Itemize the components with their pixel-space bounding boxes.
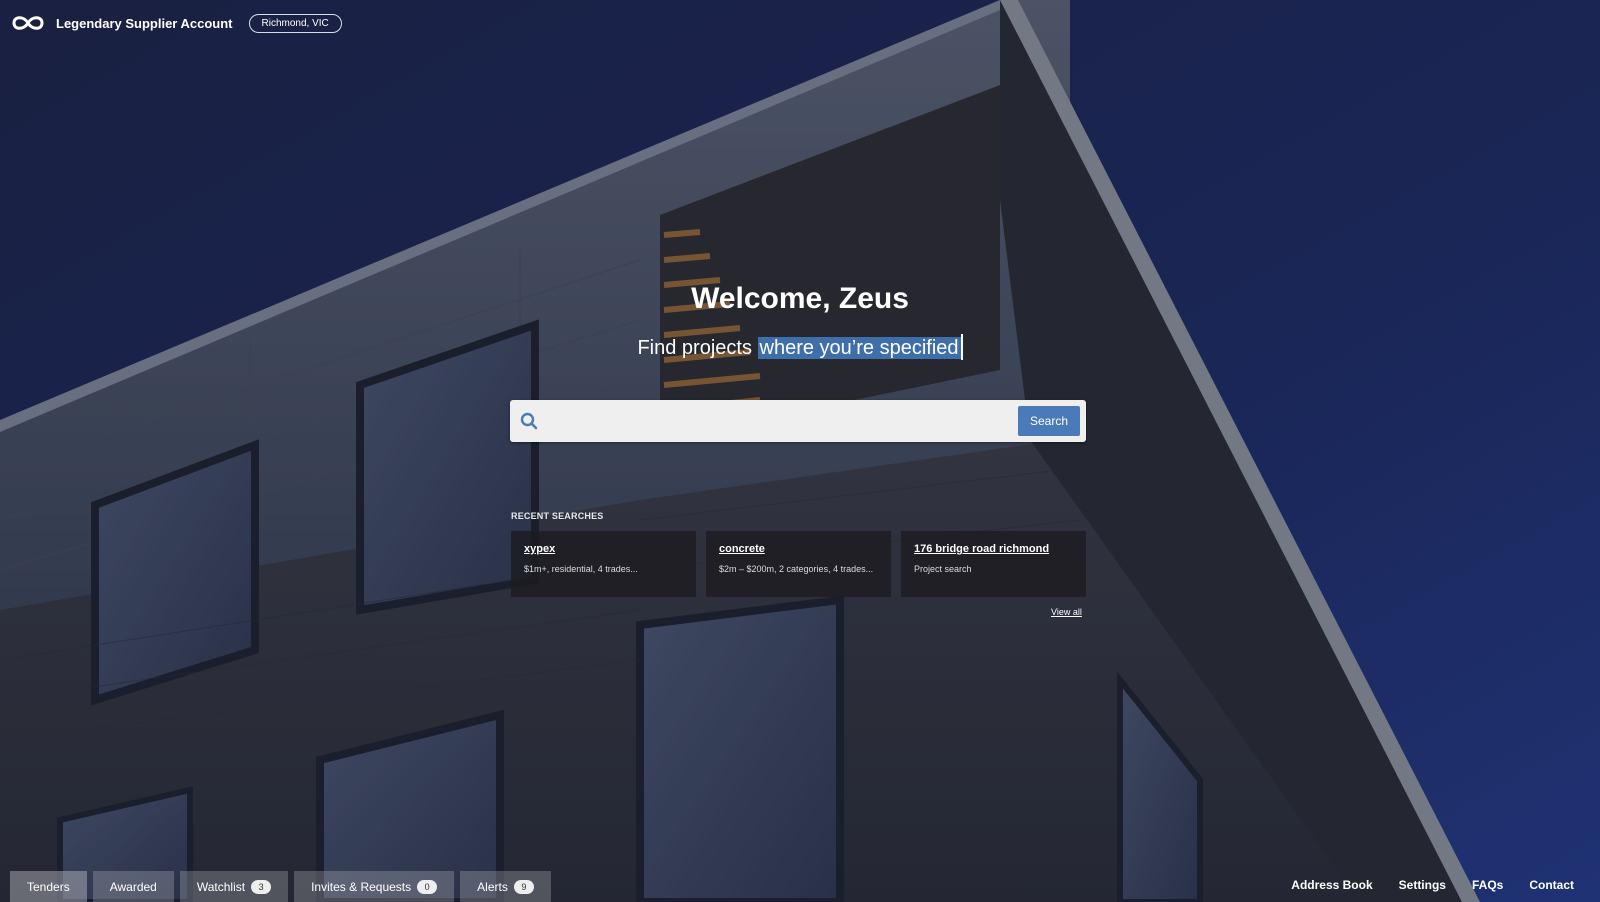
tab-label: Invites & Requests [311, 879, 412, 894]
recent-search-card[interactable]: concrete $2m – $200m, 2 categories, 4 tr… [706, 531, 891, 597]
search-input[interactable] [550, 406, 1014, 438]
recent-search-title[interactable]: concrete [719, 543, 878, 555]
tab-awarded[interactable]: Awarded [92, 871, 174, 902]
faqs-link[interactable]: FAQs [1472, 878, 1503, 892]
tab-alerts[interactable]: Alerts 9 [460, 871, 551, 902]
view-all-link[interactable]: View all [1051, 607, 1082, 617]
tab-label: Tenders [27, 879, 70, 894]
search-icon [520, 412, 538, 435]
count-badge: 9 [513, 879, 534, 894]
app-window: Legendary Supplier Account Richmond, VIC… [0, 0, 1600, 902]
recent-search-desc: $2m – $200m, 2 categories, 4 trades... [719, 564, 874, 574]
text-caret [960, 334, 963, 360]
count-badge: 3 [251, 879, 272, 894]
subtitle-highlight: where you’re specified [757, 337, 961, 359]
recent-searches-list: xypex $1m+, residential, 4 trades... con… [511, 531, 1086, 597]
search-button[interactable]: Search [1018, 406, 1080, 436]
location-pill[interactable]: Richmond, VIC [248, 13, 342, 33]
tab-label: Alerts [477, 879, 508, 894]
welcome-heading: Welcome, Zeus [691, 282, 909, 315]
tab-label: Awarded [109, 879, 157, 894]
tab-label: Watchlist [196, 879, 246, 894]
recent-search-desc: $1m+, residential, 4 trades... [524, 564, 638, 574]
background-building-image [0, 0, 1600, 902]
subtitle-prefix: Find projects [637, 337, 752, 359]
contact-link[interactable]: Contact [1529, 878, 1574, 892]
top-bar: Legendary Supplier Account Richmond, VIC [10, 10, 342, 36]
search-bar: Search [510, 400, 1086, 442]
recent-search-title[interactable]: xypex [524, 543, 683, 555]
recent-search-card[interactable]: 176 bridge road richmond Project search [901, 531, 1086, 597]
tab-tenders[interactable]: Tenders [10, 871, 87, 902]
recent-search-card[interactable]: xypex $1m+, residential, 4 trades... [511, 531, 696, 597]
recent-search-title[interactable]: 176 bridge road richmond [914, 543, 1073, 555]
recent-searches-label: RECENT SEARCHES [511, 511, 604, 521]
infinity-logo-icon[interactable] [10, 12, 46, 34]
bottom-tab-bar: Tenders Awarded Watchlist 3 Invites & Re… [10, 871, 551, 902]
recent-search-desc: Project search [914, 564, 972, 574]
settings-link[interactable]: Settings [1399, 878, 1446, 892]
account-name[interactable]: Legendary Supplier Account [56, 16, 233, 31]
address-book-link[interactable]: Address Book [1291, 878, 1372, 892]
tab-invites-requests[interactable]: Invites & Requests 0 [294, 871, 455, 902]
tab-watchlist[interactable]: Watchlist 3 [179, 871, 289, 902]
hero-subtitle: Find projects where you’re specified [0, 334, 1600, 360]
footer-links: Address Book Settings FAQs Contact [1291, 878, 1574, 892]
count-badge: 0 [417, 879, 438, 894]
